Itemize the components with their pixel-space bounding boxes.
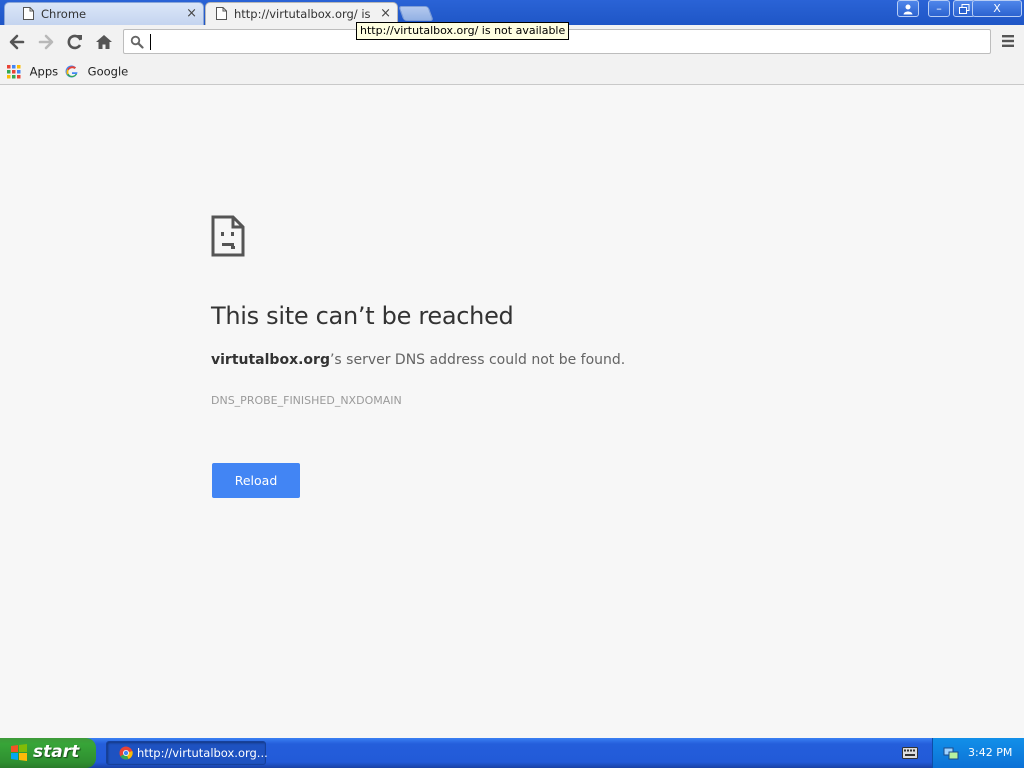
- close-window-button[interactable]: X: [972, 0, 1022, 17]
- error-page: This site can’t be reached virtutalbox.o…: [0, 85, 1024, 738]
- page-icon: [23, 7, 34, 20]
- taskbar-item-chrome[interactable]: http://virtutalbox.org...: [106, 741, 268, 765]
- tab-tooltip: http://virtutalbox.org/ is not available: [356, 22, 570, 40]
- reload-button[interactable]: Reload: [212, 463, 300, 498]
- tab-title: http://virtutalbox.org/ is not available: [234, 7, 374, 21]
- tab-chrome[interactable]: Chrome ×: [4, 2, 204, 25]
- error-domain: virtutalbox.org: [211, 352, 330, 368]
- back-arrow-icon[interactable]: [7, 32, 27, 52]
- error-description: virtutalbox.org’s server DNS address cou…: [211, 352, 625, 368]
- error-heading: This site can’t be reached: [211, 302, 514, 330]
- profile-button[interactable]: [897, 0, 919, 17]
- text-caret: [150, 34, 151, 50]
- taskbar: start http://virtutalbox.org... 3:42 PM: [0, 738, 1024, 768]
- minimize-icon: –: [936, 2, 942, 15]
- tab-title: Chrome: [41, 7, 87, 21]
- home-icon[interactable]: [94, 32, 114, 52]
- close-tab-icon[interactable]: ×: [186, 6, 197, 21]
- bookmark-label: Apps: [29, 64, 59, 79]
- bookmark-apps[interactable]: Apps: [7, 63, 58, 79]
- start-button[interactable]: start: [0, 738, 96, 768]
- minimize-button[interactable]: –: [928, 0, 950, 17]
- keyboard-icon[interactable]: [902, 747, 918, 759]
- page-icon: [216, 7, 227, 20]
- start-label: start: [33, 742, 80, 762]
- network-icon[interactable]: [943, 745, 959, 761]
- user-icon: [903, 4, 913, 15]
- windows-logo-icon: [11, 744, 27, 761]
- hamburger-menu-icon[interactable]: [998, 31, 1018, 51]
- google-g-icon: [65, 65, 78, 78]
- search-icon: [130, 35, 144, 49]
- clock: 3:42 PM: [968, 746, 1013, 759]
- restore-icon: [958, 4, 969, 14]
- reload-icon[interactable]: [65, 32, 85, 52]
- close-tab-icon[interactable]: ×: [380, 6, 391, 21]
- close-icon: X: [993, 2, 1001, 15]
- forward-arrow-icon[interactable]: [36, 32, 56, 52]
- apps-grid-icon: [7, 64, 21, 78]
- sad-page-icon: [211, 215, 245, 257]
- error-description-text: ’s server DNS address could not be found…: [329, 352, 626, 368]
- new-tab-button[interactable]: [398, 6, 434, 21]
- system-tray: 3:42 PM: [932, 738, 1024, 768]
- chrome-icon: [119, 746, 133, 760]
- bookmarks-bar: Apps Google: [0, 59, 1024, 85]
- bookmark-label: Google: [87, 64, 129, 79]
- taskbar-item-label: http://virtutalbox.org...: [137, 746, 268, 760]
- bookmark-google[interactable]: Google: [65, 63, 128, 79]
- error-code: DNS_PROBE_FINISHED_NXDOMAIN: [211, 394, 402, 407]
